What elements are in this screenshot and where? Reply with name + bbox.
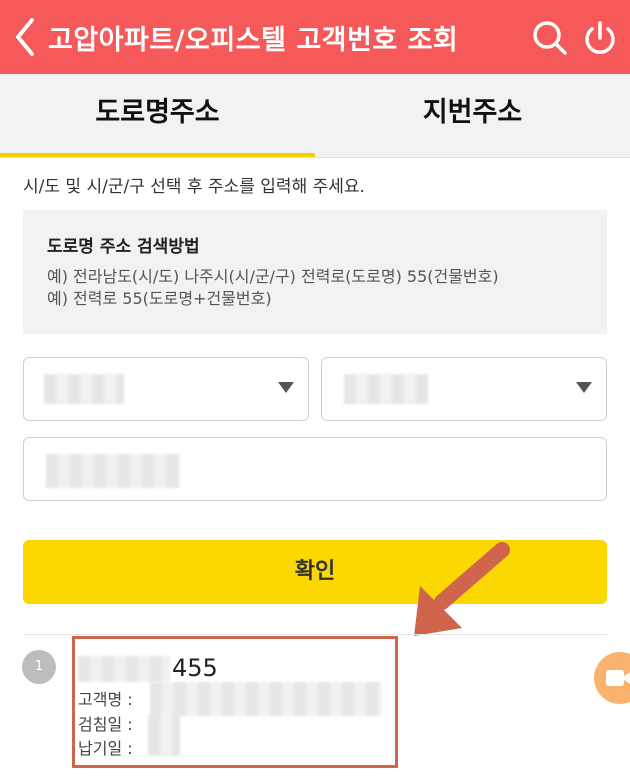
province-select[interactable] <box>23 357 309 421</box>
app-header: 고압아파트/오피스텔 고객번호 조회 <box>0 0 630 74</box>
tabs-divider <box>0 157 630 158</box>
due-day-label: 납기일 : <box>78 739 133 758</box>
redacted-value <box>150 682 382 716</box>
city-select[interactable] <box>321 357 607 421</box>
arrow-annotation-icon <box>414 542 510 636</box>
tab-lot-address[interactable]: 지번주소 <box>315 74 630 158</box>
result-list-item[interactable]: 1 455 고객명 : 검침일 : 납기일 : <box>20 636 610 774</box>
customer-name-row: 고객명 : <box>78 686 133 710</box>
result-divider <box>23 634 607 635</box>
guide-example-1: 예) 전라남도(시/도) 나주시(시/군/구) 전력로(도로명) 55(건물번호… <box>47 267 499 286</box>
back-button[interactable] <box>10 16 44 58</box>
tab-road-address-label: 도로명주소 <box>95 97 220 128</box>
result-number-badge: 1 <box>22 650 56 684</box>
due-day-row: 납기일 : <box>78 735 133 759</box>
customer-name-label: 고객명 : <box>78 690 133 709</box>
video-camera-icon <box>606 670 630 686</box>
customer-number-suffix: 455 <box>172 654 218 682</box>
chevron-down-icon <box>576 382 592 393</box>
inspection-day-label: 검침일 : <box>78 715 133 734</box>
redacted-value <box>148 714 180 756</box>
redacted-value <box>44 374 124 404</box>
search-icon <box>533 21 567 55</box>
redacted-value <box>344 374 428 404</box>
guide-example-2: 예) 전력로 55(도로명+건물번호) <box>47 289 272 308</box>
page-title: 고압아파트/오피스텔 고객번호 조회 <box>48 25 459 56</box>
floating-video-button[interactable] <box>594 652 630 704</box>
search-button[interactable] <box>530 18 570 58</box>
tab-lot-address-label: 지번주소 <box>422 97 523 128</box>
power-button[interactable] <box>580 18 620 58</box>
chevron-down-icon <box>278 382 294 393</box>
search-guide-box: 도로명 주소 검색방법 예) 전라남도(시/도) 나주시(시/군/구) 전력로(… <box>23 210 607 334</box>
guide-title: 도로명 주소 검색방법 <box>47 237 200 257</box>
address-input[interactable] <box>23 437 607 501</box>
inspection-day-row: 검침일 : <box>78 711 133 735</box>
address-type-tabs: 도로명주소 지번주소 <box>0 74 630 158</box>
redacted-value <box>78 656 170 682</box>
redacted-value <box>46 454 180 488</box>
chevron-left-icon <box>16 18 34 56</box>
instruction-text: 시/도 및 시/군/구 선택 후 주소를 입력해 주세요. <box>23 177 365 197</box>
tab-road-address[interactable]: 도로명주소 <box>0 74 315 158</box>
power-icon <box>585 21 615 54</box>
